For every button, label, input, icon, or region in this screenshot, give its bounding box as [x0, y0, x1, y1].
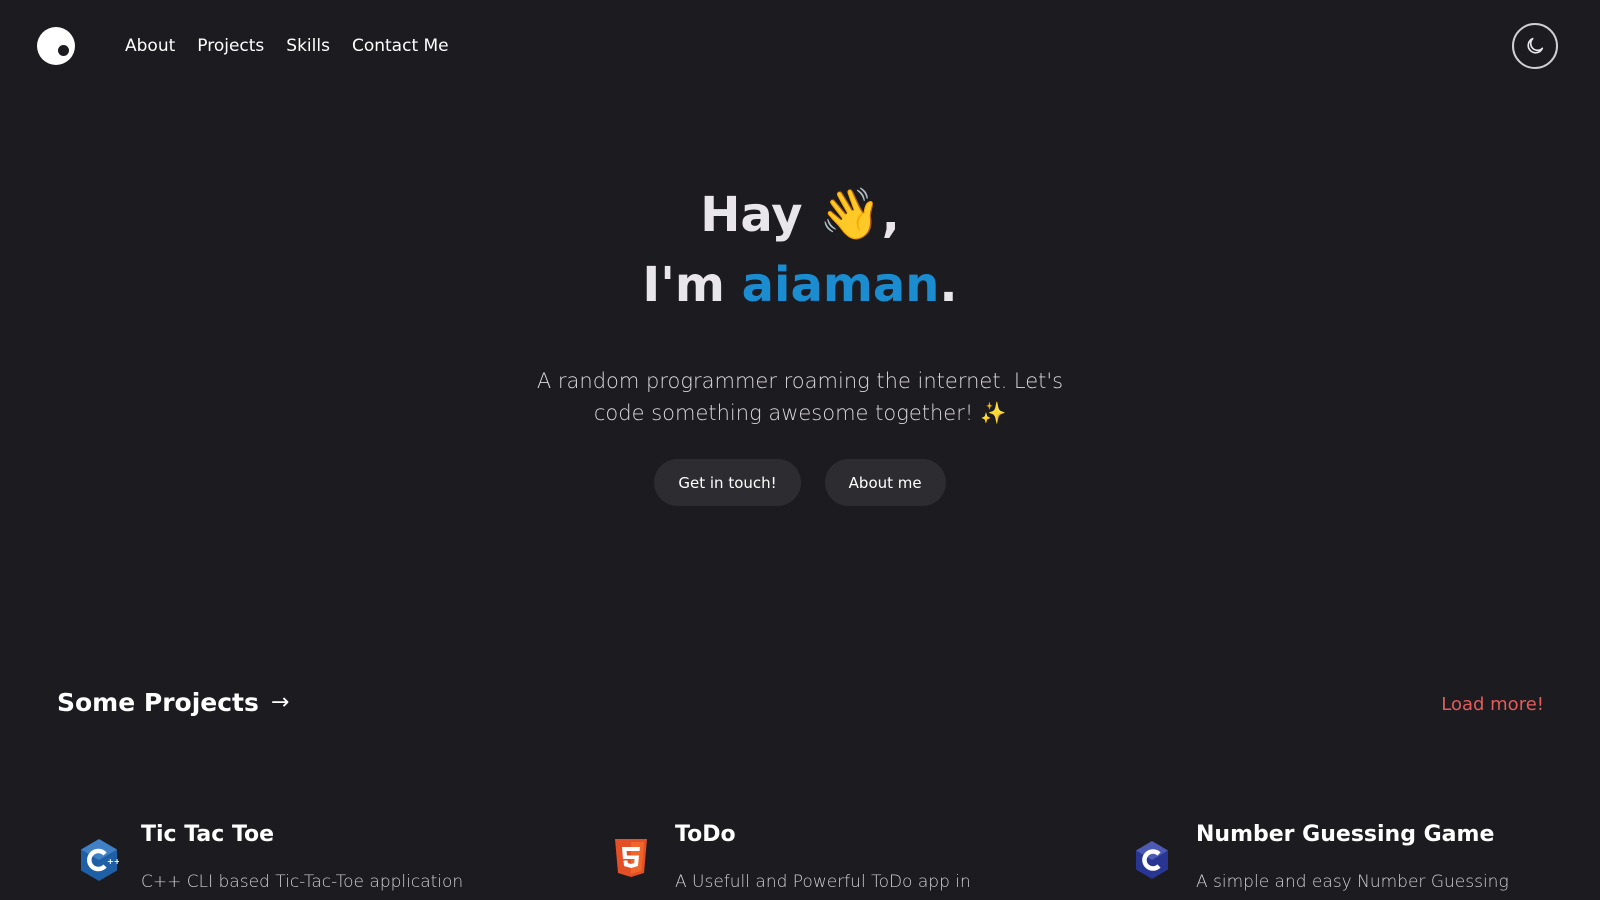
projects-heading-text: Some Projects: [57, 688, 259, 717]
hero-subtitle: A random programmer roaming the internet…: [520, 365, 1080, 429]
nav-skills[interactable]: Skills: [286, 36, 330, 56]
hero-buttons: Get in touch! About me: [0, 459, 1600, 506]
logo[interactable]: [37, 27, 75, 65]
hero-intro: I'm aiaman.: [0, 249, 1600, 321]
hero-subtitle-line1: A random programmer roaming the internet…: [536, 369, 1064, 393]
c-icon: [1136, 841, 1168, 879]
theme-toggle-button[interactable]: [1512, 23, 1558, 69]
project-card-todo[interactable]: ToDo A Usefull and Powerful ToDo app in: [675, 820, 971, 894]
nav-projects[interactable]: Projects: [197, 36, 264, 56]
hero-greeting: Hay 👋,: [0, 180, 1600, 249]
intro-prefix: I'm: [642, 257, 742, 313]
get-in-touch-button[interactable]: Get in touch!: [654, 459, 801, 506]
project-description: C++ CLI based Tic-Tac-Toe application: [141, 872, 464, 892]
hero-name: aiaman: [741, 257, 940, 313]
projects-heading[interactable]: Some Projects →: [57, 688, 289, 717]
moon-icon: [1527, 37, 1544, 54]
load-more-link[interactable]: Load more!: [1441, 694, 1544, 715]
greeting-comma: ,: [881, 187, 900, 243]
main-nav: About Projects Skills Contact Me: [125, 36, 449, 56]
svg-text:++: ++: [107, 857, 119, 866]
project-title: Number Guessing Game: [1196, 822, 1495, 847]
project-description: A Usefull and Powerful ToDo app in: [675, 872, 971, 892]
cpp-icon: ++: [81, 839, 119, 881]
project-card-number-guessing[interactable]: Number Guessing Game A simple and easy N…: [1196, 820, 1509, 894]
nav-contact[interactable]: Contact Me: [352, 36, 449, 56]
intro-suffix: .: [939, 257, 958, 313]
project-card-tic-tac-toe[interactable]: Tic Tac Toe C++ CLI based Tic-Tac-Toe ap…: [141, 820, 463, 894]
about-me-button[interactable]: About me: [824, 459, 946, 506]
hero-section: Hay 👋, I'm aiaman. A random programmer r…: [0, 180, 1600, 506]
nav-about[interactable]: About: [125, 36, 175, 56]
project-title: Tic Tac Toe: [141, 822, 275, 847]
logo-dot: [58, 45, 69, 56]
project-title: ToDo: [675, 822, 736, 847]
project-description: A simple and easy Number Guessing: [1196, 872, 1509, 892]
html5-icon: [615, 839, 647, 877]
hero-subtitle-line2: code something awesome together! ✨: [593, 401, 1007, 425]
greeting-text: Hay: [700, 187, 803, 243]
wave-icon: 👋: [819, 185, 882, 243]
site-header: About Projects Skills Contact Me: [0, 0, 1600, 96]
arrow-right-icon: →: [270, 690, 290, 715]
